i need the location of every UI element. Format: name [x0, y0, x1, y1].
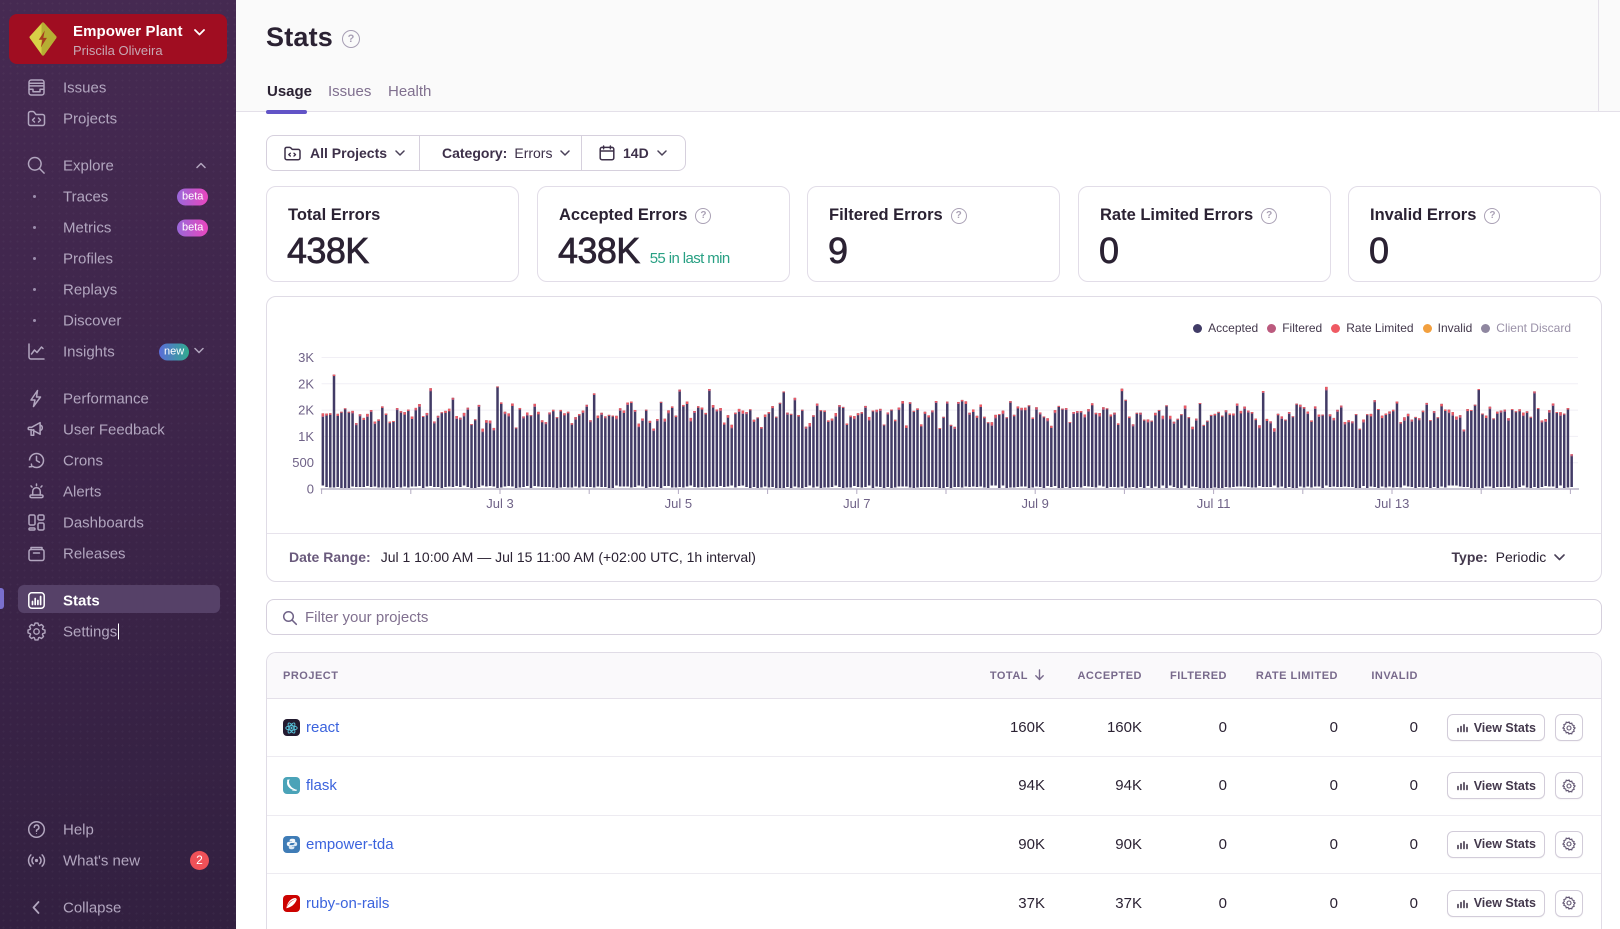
svg-text:Jul 3: Jul 3: [486, 496, 513, 511]
svg-text:Jul 5: Jul 5: [665, 496, 692, 511]
svg-text:Jul 13: Jul 13: [1375, 496, 1410, 511]
svg-text:Jul 7: Jul 7: [843, 496, 870, 511]
svg-text:2K: 2K: [298, 376, 314, 391]
svg-text:Jul 11: Jul 11: [1197, 496, 1231, 511]
svg-text:Jul 9: Jul 9: [1021, 496, 1048, 511]
svg-text:500: 500: [292, 455, 314, 470]
svg-text:0: 0: [307, 482, 314, 497]
svg-text:3K: 3K: [298, 350, 314, 365]
svg-text:2K: 2K: [298, 403, 314, 418]
svg-text:1K: 1K: [298, 429, 314, 444]
